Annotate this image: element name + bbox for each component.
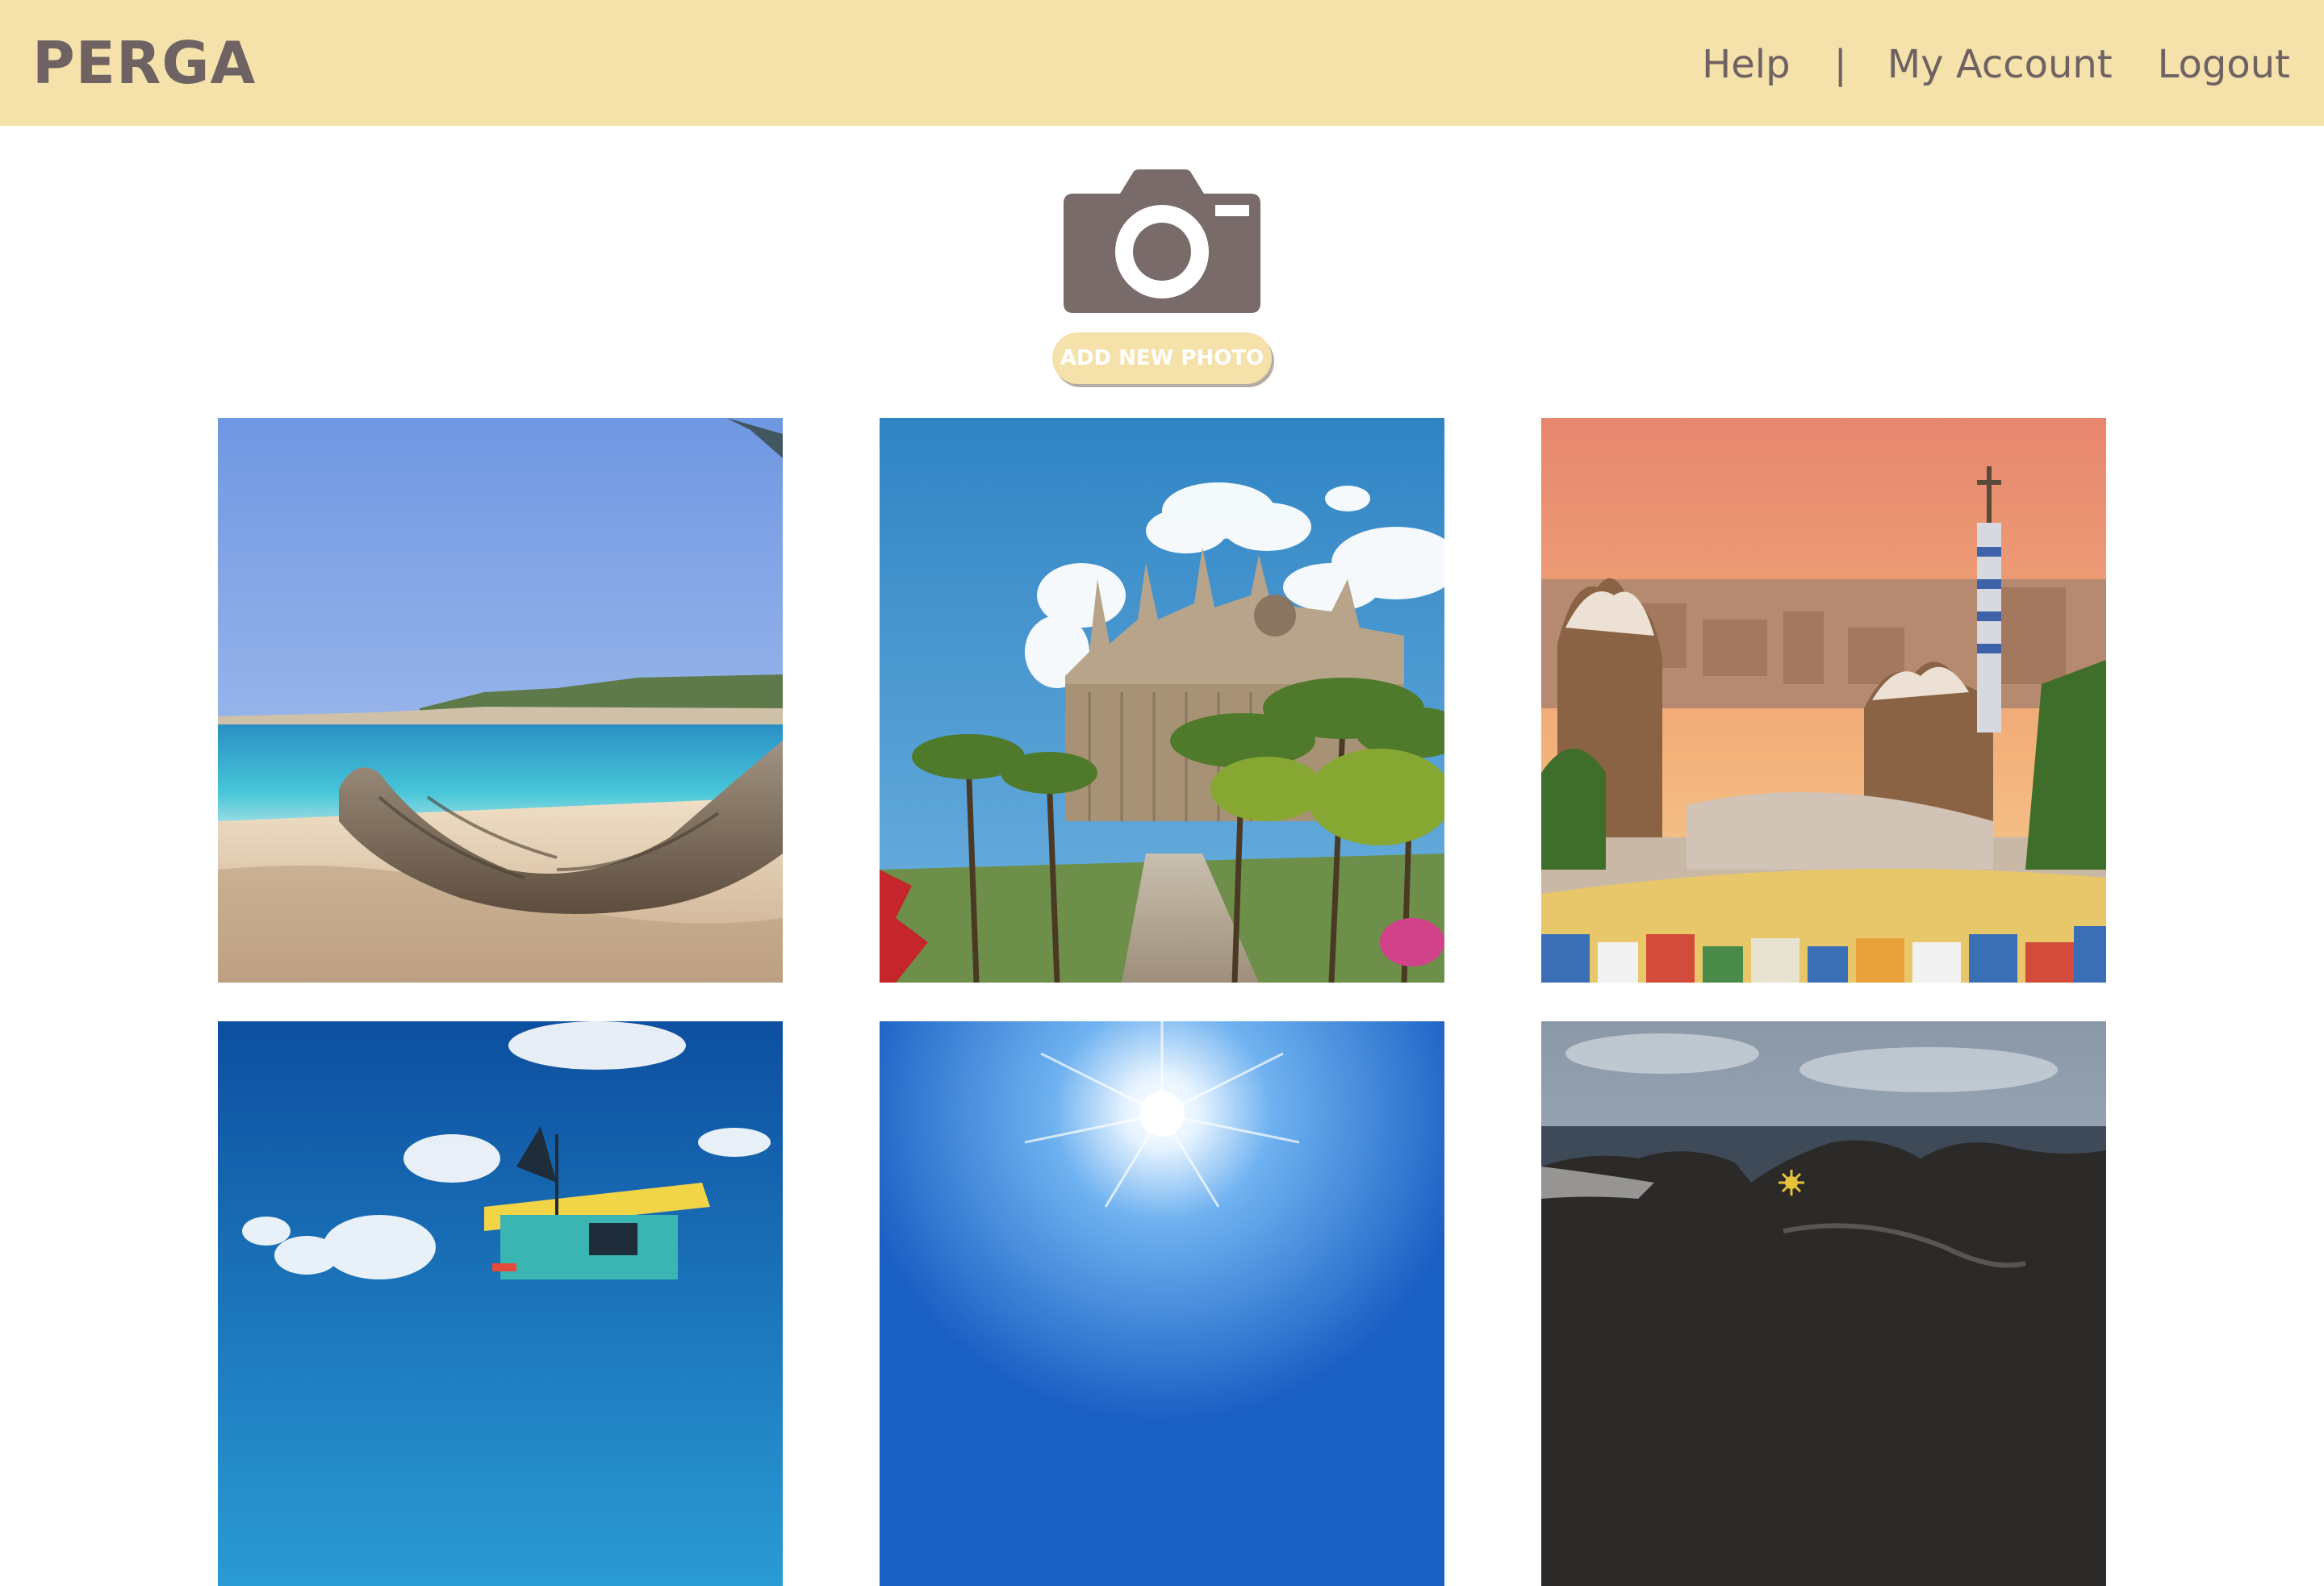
photo-card[interactable]	[218, 1021, 783, 1586]
nav-separator: |	[1833, 42, 1847, 87]
brand-logo[interactable]: PERGA	[32, 29, 256, 97]
upload-section: ADD NEW PHOTO	[1052, 169, 1272, 387]
my-account-link[interactable]: My Account	[1887, 42, 2113, 87]
photo-card[interactable]	[218, 418, 783, 983]
camera-icon[interactable]	[1064, 169, 1260, 313]
help-link[interactable]: Help	[1702, 42, 1790, 87]
top-navbar: PERGA Help | My Account Logout	[0, 0, 2324, 126]
photo-card[interactable]	[880, 418, 1444, 983]
photo-card[interactable]	[1541, 418, 2106, 983]
add-new-photo-button[interactable]: ADD NEW PHOTO	[1052, 332, 1272, 384]
nav-links: Help | My Account Logout	[1702, 35, 2290, 94]
logout-link[interactable]: Logout	[2158, 42, 2290, 87]
photo-card[interactable]	[880, 1021, 1444, 1586]
photo-card[interactable]	[1541, 1021, 2106, 1586]
